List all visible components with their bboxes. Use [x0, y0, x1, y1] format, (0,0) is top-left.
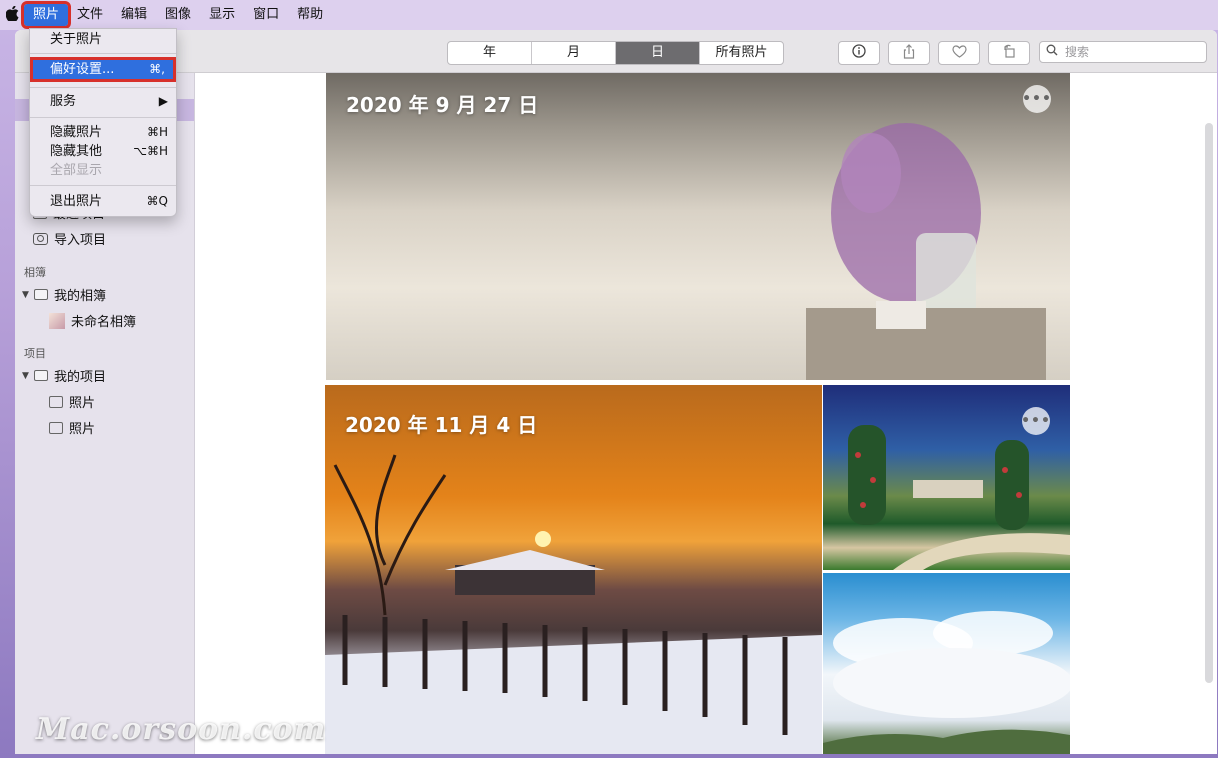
- photo-winter-sunset[interactable]: 2020 年 11 月 4 日: [325, 385, 822, 754]
- tab-years[interactable]: 年: [448, 42, 532, 64]
- photo-clouds-landscape[interactable]: [823, 573, 1070, 754]
- menu-separator: [30, 87, 176, 88]
- menu-item-hide-others[interactable]: 隐藏其他 ⌥⌘H: [30, 142, 176, 161]
- sidebar-section-albums: 相簿: [24, 266, 46, 279]
- share-icon: [902, 43, 916, 63]
- album-thumbnail-icon: [49, 312, 65, 329]
- photo-rose-garden[interactable]: •••: [823, 385, 1070, 570]
- scrollbar[interactable]: [1205, 123, 1213, 683]
- menu-bar: 照片 文件 编辑 图像 显示 窗口 帮助: [0, 0, 1218, 30]
- photo-grid: 2020 年 9 月 27 日 ••• 2020 年 11 月 4 日 •••: [195, 73, 1217, 754]
- menu-separator: [30, 117, 176, 118]
- info-icon: [852, 44, 866, 62]
- menu-edit[interactable]: 编辑: [112, 4, 156, 26]
- menu-view[interactable]: 显示: [200, 4, 244, 26]
- menu-window[interactable]: 窗口: [244, 4, 288, 26]
- menu-item-label: 退出照片: [50, 194, 103, 209]
- more-options-button[interactable]: •••: [1022, 85, 1051, 113]
- more-options-button[interactable]: •••: [1021, 407, 1050, 435]
- photos-menu-dropdown: 关于照片 偏好设置... ⌘, 服务 ▶ 隐藏照片 ⌘H 隐藏其他 ⌥⌘H 全部…: [29, 28, 177, 217]
- menu-item-hide[interactable]: 隐藏照片 ⌘H: [30, 123, 176, 142]
- view-segmented-control: 年 月 日 所有照片: [447, 41, 784, 65]
- favorite-button[interactable]: [938, 41, 980, 65]
- menu-item-label: 隐藏其他: [50, 144, 103, 159]
- project-icon: [49, 421, 63, 434]
- menu-item-show-all: 全部显示: [30, 161, 176, 180]
- photo-date-label: 2020 年 11 月 4 日: [345, 413, 538, 437]
- menu-item-label: 关于照片: [50, 32, 103, 47]
- sidebar-item-untitled-album[interactable]: 未命名相簿: [49, 311, 136, 330]
- disclosure-triangle-icon[interactable]: ▼: [22, 371, 34, 381]
- menu-shortcut: ⌘Q: [146, 194, 168, 208]
- rotate-button[interactable]: [988, 41, 1030, 65]
- submenu-arrow-icon: ▶: [158, 94, 168, 108]
- menu-separator: [30, 185, 176, 186]
- photo-date-label: 2020 年 9 月 27 日: [346, 93, 539, 117]
- disclosure-triangle-icon[interactable]: ▼: [22, 290, 34, 300]
- photos-window: 年 月 日 所有照片 搜索 导入项目 相簿 ▼ 我的相簿 未命名相簿 项目 ▼ …: [15, 30, 1217, 754]
- tab-all-photos[interactable]: 所有照片: [700, 42, 783, 64]
- menu-item-label: 偏好设置...: [50, 62, 115, 77]
- menu-shortcut: ⌘H: [146, 125, 168, 139]
- menu-file[interactable]: 文件: [68, 4, 112, 26]
- menu-item-label: 隐藏照片: [50, 125, 103, 140]
- menu-image[interactable]: 图像: [156, 4, 200, 26]
- project-icon: [49, 395, 63, 408]
- share-button[interactable]: [888, 41, 930, 65]
- tab-days[interactable]: 日: [616, 42, 700, 64]
- rotate-icon: [1002, 44, 1017, 62]
- info-button[interactable]: [838, 41, 880, 65]
- search-input[interactable]: [1063, 44, 1197, 60]
- menu-shortcut: ⌘,: [149, 62, 165, 76]
- watermark: Mac.orsoon.com: [36, 712, 327, 747]
- menu-item-preferences[interactable]: 偏好设置... ⌘,: [30, 57, 176, 82]
- menu-item-label: 服务: [50, 94, 77, 109]
- album-folder-icon: [34, 289, 48, 300]
- sidebar-item-label: 导入项目: [54, 233, 107, 248]
- menu-item-about[interactable]: 关于照片: [30, 30, 176, 49]
- sidebar-item-label: 我的项目: [54, 370, 107, 385]
- sidebar-item-label: 我的相簿: [54, 289, 107, 304]
- toolbar: 年 月 日 所有照片: [15, 30, 1217, 73]
- menu-help[interactable]: 帮助: [288, 4, 332, 26]
- menu-item-services[interactable]: 服务 ▶: [30, 92, 176, 111]
- sidebar-item-label: 照片: [69, 396, 96, 411]
- menu-shortcut: ⌥⌘H: [133, 144, 168, 158]
- apple-menu-icon[interactable]: [0, 5, 24, 25]
- search-field[interactable]: [1039, 41, 1207, 63]
- search-icon: [1046, 44, 1058, 60]
- sidebar-section-projects: 项目: [24, 347, 46, 360]
- sidebar-item-my-albums[interactable]: ▼ 我的相簿: [22, 285, 106, 304]
- photo-lilac-vase[interactable]: 2020 年 9 月 27 日 •••: [326, 73, 1070, 380]
- heart-icon: [951, 44, 967, 62]
- menu-separator: [30, 53, 176, 54]
- sidebar-item-label: 未命名相簿: [71, 315, 137, 330]
- sidebar-item-project-2[interactable]: 照片: [49, 418, 95, 437]
- sidebar-item-label: 照片: [69, 422, 96, 437]
- project-folder-icon: [34, 370, 48, 381]
- menu-photos[interactable]: 照片: [20, 1, 72, 29]
- tab-months[interactable]: 月: [532, 42, 616, 64]
- sidebar-item-project-1[interactable]: 照片: [49, 392, 95, 411]
- import-icon: [33, 232, 48, 245]
- sidebar-item-imports[interactable]: 导入项目: [33, 229, 106, 248]
- sidebar-item-my-projects[interactable]: ▼ 我的项目: [22, 366, 106, 385]
- menu-item-label: 全部显示: [50, 163, 103, 178]
- menu-item-quit[interactable]: 退出照片 ⌘Q: [30, 192, 176, 211]
